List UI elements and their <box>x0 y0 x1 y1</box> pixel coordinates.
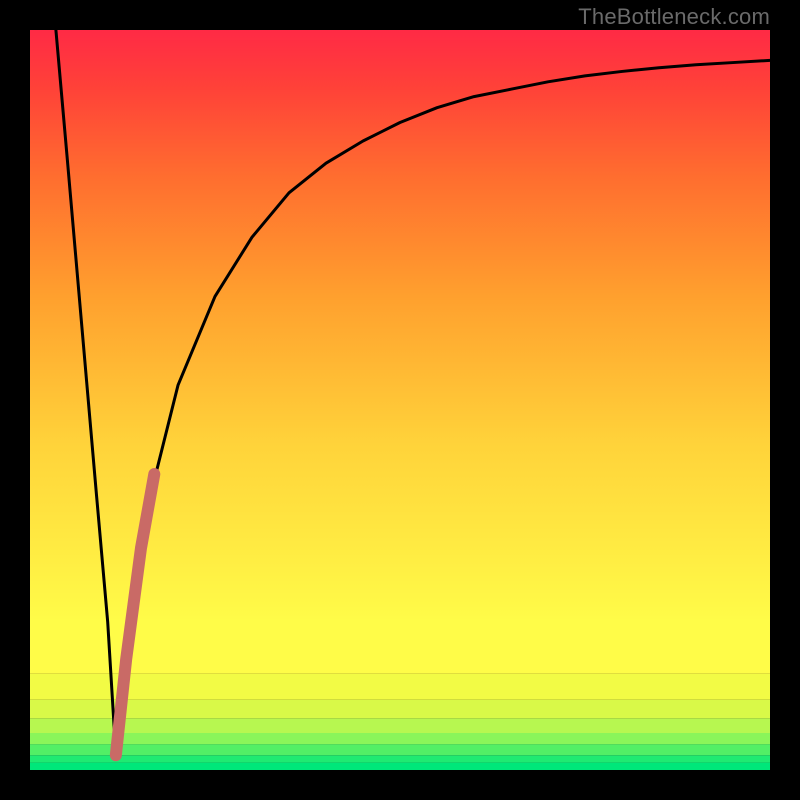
bg-band <box>30 674 770 700</box>
bg-band <box>30 718 770 733</box>
bg-band <box>30 763 770 770</box>
watermark-text: TheBottleneck.com <box>578 4 770 30</box>
plot-area <box>30 30 770 770</box>
bg-band <box>30 622 770 674</box>
bg-band <box>30 744 770 755</box>
bg-band <box>30 733 770 744</box>
chart-svg <box>30 30 770 770</box>
bg-band <box>30 755 770 762</box>
bg-band <box>30 700 770 719</box>
background-layer <box>30 30 770 770</box>
chart-frame: TheBottleneck.com <box>0 0 800 800</box>
